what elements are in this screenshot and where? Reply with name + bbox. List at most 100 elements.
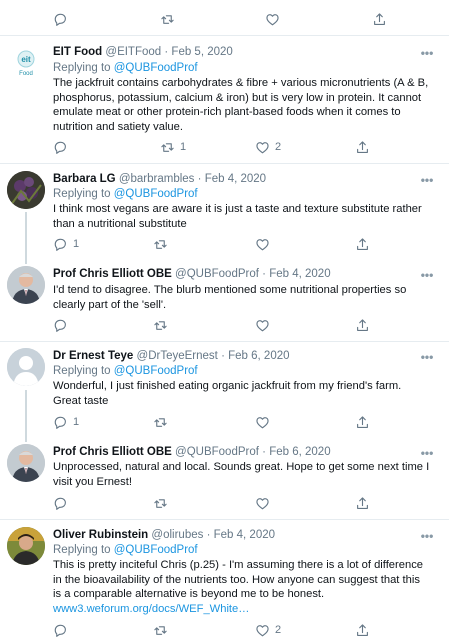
share-icon: [374, 12, 385, 25]
retweet-button[interactable]: 1: [160, 139, 186, 155]
dot-separator: ·: [221, 350, 225, 362]
like-button[interactable]: 2: [255, 622, 281, 638]
like-icon: [256, 319, 269, 331]
share-button[interactable]: [372, 11, 387, 27]
reply-button[interactable]: [53, 495, 73, 511]
share-button[interactable]: [355, 236, 370, 252]
reply-button[interactable]: 1: [53, 236, 79, 252]
tweet-text: This is pretty inciteful Chris (p.25) - …: [53, 558, 431, 616]
replying-to-label: Replying to: [53, 62, 114, 74]
reply-button[interactable]: [53, 317, 73, 333]
display-name[interactable]: Prof Chris Elliott OBE: [53, 268, 172, 280]
handle[interactable]: @barbrambles: [119, 173, 195, 185]
share-button[interactable]: [355, 317, 370, 333]
avatar[interactable]: eit Food: [7, 44, 45, 82]
timestamp[interactable]: Feb 4, 2020: [214, 529, 275, 541]
reply-icon: [54, 141, 66, 154]
like-icon: [256, 624, 269, 636]
display-name[interactable]: Prof Chris Elliott OBE: [53, 446, 172, 458]
reply-button[interactable]: 1: [53, 414, 79, 430]
reply-button[interactable]: [53, 11, 68, 27]
previous-tweet-actions: [53, 11, 385, 27]
share-button[interactable]: [355, 414, 370, 430]
more-icon[interactable]: •••: [419, 351, 435, 368]
more-icon[interactable]: •••: [419, 174, 435, 191]
like-button[interactable]: [265, 11, 280, 27]
replying-to: Replying to @QUBFoodProf: [53, 543, 198, 558]
timestamp[interactable]: Feb 4, 2020: [205, 173, 266, 185]
tweet-text-content: This is pretty inciteful Chris (p.25) - …: [53, 559, 424, 601]
like-icon: [256, 141, 269, 153]
like-button[interactable]: 2: [255, 139, 281, 155]
timestamp[interactable]: Feb 6, 2020: [228, 350, 289, 362]
tweet-header: Prof Chris Elliott OBE @QUBFoodProf · Fe…: [53, 444, 419, 460]
tweet-link[interactable]: www3.weforum.org/docs/WEF_White…: [53, 603, 249, 615]
share-button[interactable]: [355, 622, 370, 638]
oliver-avatar-icon: [7, 527, 45, 565]
handle[interactable]: @EITFood: [105, 46, 161, 58]
like-icon: [256, 238, 269, 250]
tweet-actions: 1: [53, 236, 383, 252]
reply-icon: [54, 624, 66, 637]
share-icon: [357, 623, 368, 636]
tweet-separator: [0, 519, 449, 520]
tweet-actions: 1: [53, 414, 383, 430]
reply-to-link[interactable]: @QUBFoodProf: [114, 365, 198, 377]
retweet-icon: [154, 417, 167, 427]
retweet-button[interactable]: [153, 414, 173, 430]
reply-to-link[interactable]: @QUBFoodProf: [114, 188, 198, 200]
timestamp[interactable]: Feb 6, 2020: [269, 446, 330, 458]
like-icon: [256, 416, 269, 428]
retweet-icon: [161, 14, 174, 24]
share-button[interactable]: [355, 495, 370, 511]
avatar[interactable]: [7, 171, 45, 209]
avatar[interactable]: [7, 527, 45, 565]
retweet-icon: [154, 320, 167, 330]
avatar[interactable]: [7, 266, 45, 304]
like-button[interactable]: [255, 236, 275, 252]
display-name[interactable]: Barbara LG: [53, 173, 116, 185]
handle[interactable]: @QUBFoodProf: [175, 446, 259, 458]
display-name[interactable]: Dr Ernest Teye: [53, 350, 133, 362]
reply-button[interactable]: [53, 622, 73, 638]
handle[interactable]: @DrTeyeErnest: [137, 350, 218, 362]
display-name[interactable]: EIT Food: [53, 46, 102, 58]
timestamp[interactable]: Feb 5, 2020: [171, 46, 232, 58]
reply-button[interactable]: [53, 139, 73, 155]
more-icon[interactable]: •••: [419, 47, 435, 64]
share-button[interactable]: [355, 139, 370, 155]
share-icon: [357, 415, 368, 428]
like-count: 2: [275, 141, 282, 153]
handle[interactable]: @QUBFoodProf: [175, 268, 259, 280]
retweet-button[interactable]: [153, 495, 173, 511]
avatar[interactable]: [7, 444, 45, 482]
replying-to-label: Replying to: [53, 188, 114, 200]
tweet-header: Dr Ernest Teye @DrTeyeErnest · Feb 6, 20…: [53, 348, 419, 364]
retweet-button[interactable]: [153, 622, 173, 638]
dot-separator: ·: [262, 446, 266, 458]
like-button[interactable]: [255, 414, 275, 430]
more-icon[interactable]: •••: [419, 530, 435, 547]
tweet-actions: 2: [53, 622, 383, 638]
like-button[interactable]: [255, 495, 275, 511]
share-icon: [357, 237, 368, 250]
timestamp[interactable]: Feb 4, 2020: [269, 268, 330, 280]
retweet-icon: [154, 625, 167, 635]
tweet-header: Prof Chris Elliott OBE @QUBFoodProf · Fe…: [53, 266, 419, 282]
retweet-button[interactable]: [160, 11, 175, 27]
retweet-button[interactable]: [153, 317, 173, 333]
retweet-button[interactable]: [153, 236, 173, 252]
tweet-header: Barbara LG @barbrambles · Feb 4, 2020: [53, 171, 419, 187]
dot-separator: ·: [206, 529, 211, 541]
avatar[interactable]: [7, 348, 45, 386]
chris-elliott-avatar-icon: [7, 266, 45, 304]
like-button[interactable]: [255, 317, 275, 333]
share-icon: [357, 496, 368, 509]
handle[interactable]: @olirubes: [151, 529, 203, 541]
like-count: 2: [275, 624, 282, 636]
reply-to-link[interactable]: @QUBFoodProf: [114, 62, 198, 74]
reply-to-link[interactable]: @QUBFoodProf: [114, 544, 198, 556]
like-icon: [256, 497, 269, 509]
retweet-icon: [154, 498, 167, 508]
display-name[interactable]: Oliver Rubinstein: [53, 529, 148, 541]
